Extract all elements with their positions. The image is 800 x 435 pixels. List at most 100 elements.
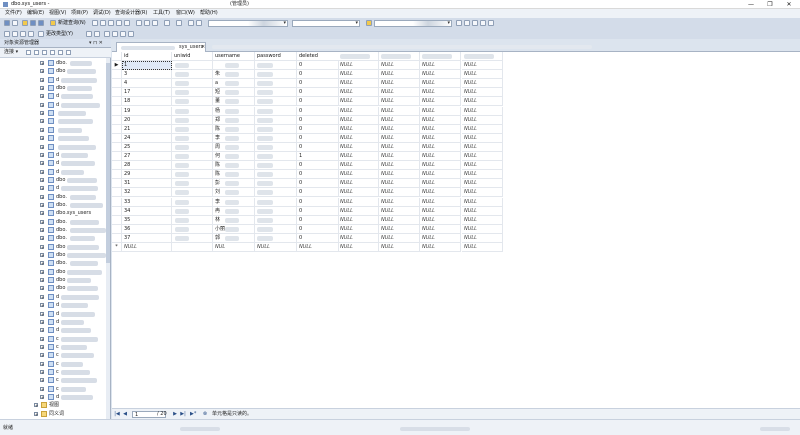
cell-uniwid[interactable] (172, 70, 213, 80)
cell-password[interactable] (255, 70, 297, 80)
cell-id[interactable]: 32 (122, 188, 172, 198)
cell-deleted[interactable]: 0 (297, 161, 339, 171)
filter-icon[interactable] (50, 50, 55, 55)
add-derived-table-icon[interactable] (120, 31, 126, 37)
cell-null[interactable]: NULL (420, 70, 461, 80)
cell-password[interactable] (255, 88, 297, 98)
tree-item-table[interactable]: + d (0, 310, 105, 318)
cell-null[interactable]: NULL (462, 179, 503, 189)
row-selector[interactable] (112, 124, 122, 134)
row-selector[interactable] (112, 115, 122, 125)
cell-id[interactable]: 35 (122, 215, 172, 225)
close-button[interactable]: ✕ (780, 0, 798, 9)
tree-item-table[interactable]: + d (0, 151, 105, 159)
cell-null[interactable]: NULL (338, 115, 379, 125)
group-by-icon[interactable] (104, 31, 110, 37)
row-selector[interactable]: * (112, 243, 122, 252)
paste-icon[interactable] (152, 20, 158, 26)
cell-null[interactable]: NULL (379, 161, 420, 171)
cell-null[interactable]: NULL (379, 179, 420, 189)
cell-deleted[interactable]: 0 (297, 142, 339, 152)
cell-null[interactable]: NULL (338, 224, 379, 234)
add-table-icon[interactable] (112, 31, 118, 37)
cell-null[interactable]: NULL (462, 133, 503, 143)
cell-null[interactable]: NULL (420, 197, 461, 207)
cell-null[interactable]: NULL (462, 215, 503, 225)
cell-username[interactable]: a (213, 79, 255, 89)
cell-deleted[interactable]: 0 (297, 188, 339, 198)
cell-null[interactable]: NULL (420, 243, 461, 252)
undo-icon[interactable] (164, 20, 170, 26)
stop-icon[interactable]: ⊗ (202, 411, 208, 418)
table-row[interactable]: 24 李 0 NULL NULL NULL NULL (112, 133, 504, 143)
verify-sql-icon[interactable] (94, 31, 100, 37)
cell-uniwid[interactable] (172, 61, 213, 70)
cell-null[interactable]: NULL (420, 106, 461, 116)
expand-plus-icon[interactable]: + (40, 294, 44, 299)
cell-username[interactable]: 陈 (213, 170, 255, 180)
cell-uniwid[interactable] (172, 188, 213, 198)
tree-item-table[interactable]: + dbo. (0, 234, 105, 242)
cell-password[interactable]: NULL (255, 243, 297, 252)
cell-password[interactable] (255, 170, 297, 180)
expand-plus-icon[interactable]: + (40, 278, 44, 283)
connect-dropdown[interactable]: 连接 ▾ (4, 49, 18, 56)
row-selector[interactable] (112, 161, 122, 171)
row-selector[interactable] (112, 224, 122, 234)
cell-null[interactable]: NULL (420, 133, 461, 143)
summary-icon[interactable] (66, 50, 71, 55)
new-query-icon[interactable] (50, 20, 56, 26)
cell-null[interactable]: NULL (420, 170, 461, 180)
next-record-button[interactable]: ▶ (172, 411, 178, 418)
expand-plus-icon[interactable]: + (40, 328, 44, 333)
object-explorer-icon[interactable] (472, 20, 478, 26)
expand-plus-icon[interactable]: + (40, 244, 44, 249)
cell-password[interactable] (255, 233, 297, 243)
table-row[interactable]: 36 小丽 0 NULL NULL NULL NULL (112, 224, 504, 234)
table-row[interactable]: 32 刘 0 NULL NULL NULL NULL (112, 188, 504, 198)
execute-sql-icon[interactable] (86, 31, 92, 37)
cell-deleted[interactable]: 0 (297, 115, 339, 125)
row-selector[interactable] (112, 88, 122, 98)
cell-id[interactable]: 20 (122, 115, 172, 125)
cell-username[interactable]: 朱 (213, 70, 255, 80)
tree-item-table[interactable]: + d (0, 318, 105, 326)
expand-plus-icon[interactable]: + (40, 127, 44, 132)
tree-item-table[interactable]: + c (0, 343, 105, 351)
cell-id[interactable]: 19 (122, 106, 172, 116)
find-combo[interactable]: ▾ (374, 20, 452, 27)
cell-deleted[interactable]: 0 (297, 88, 339, 98)
cell-uniwid[interactable] (172, 197, 213, 207)
cell-uniwid[interactable] (172, 106, 213, 116)
cell-username[interactable]: NUL (213, 243, 255, 252)
cell-uniwid[interactable] (172, 179, 213, 189)
cell-id[interactable]: 21 (122, 124, 172, 134)
expand-plus-icon[interactable]: + (40, 353, 44, 358)
expand-plus-icon[interactable]: + (40, 69, 44, 74)
menu-query-designer[interactable]: 查询设计器(R) (115, 10, 147, 17)
show-diagram-icon[interactable] (4, 31, 10, 37)
cell-null[interactable]: NULL (379, 170, 420, 180)
navigate-forward-icon[interactable] (196, 20, 202, 26)
cell-id[interactable]: NULL (122, 243, 172, 252)
cell-uniwid[interactable] (172, 97, 213, 107)
expand-plus-icon[interactable]: + (40, 228, 44, 233)
menu-debug[interactable]: 调试(D) (93, 10, 111, 17)
copy-icon[interactable] (144, 20, 150, 26)
cell-null[interactable]: NULL (338, 161, 379, 171)
cell-deleted[interactable]: 0 (297, 79, 339, 89)
cell-deleted[interactable]: 0 (297, 61, 339, 70)
solution-explorer-icon[interactable] (456, 20, 462, 26)
expand-plus-icon[interactable]: + (40, 202, 44, 207)
expand-plus-icon[interactable]: + (40, 161, 44, 166)
cell-password[interactable] (255, 179, 297, 189)
analysis-query-icon[interactable] (100, 20, 106, 26)
cell-password[interactable] (255, 206, 297, 216)
cell-username[interactable]: 杨 (213, 106, 255, 116)
table-row[interactable]: ▶ 1 0 NULL NULL NULL NULL (112, 61, 504, 70)
cell-null[interactable]: NULL (462, 115, 503, 125)
cell-uniwid[interactable] (172, 161, 213, 171)
expand-plus-icon[interactable]: + (40, 319, 44, 324)
connect-icon[interactable] (26, 50, 31, 55)
cell-username[interactable] (213, 61, 255, 70)
